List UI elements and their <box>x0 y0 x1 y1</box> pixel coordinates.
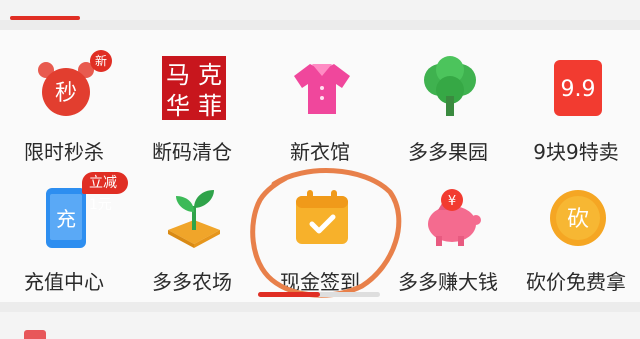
shortcut-label: 断码清仓 <box>152 140 232 164</box>
shortcut-label: 充值中心 <box>24 270 104 294</box>
shortcut-grid-panel: 秒 新 限时秒杀 马 克 华 菲 断码清仓 新衣馆 多多果园 9.9 9块9特卖… <box>0 30 640 302</box>
clearance-logo-icon: 马 克 华 菲 <box>162 56 226 120</box>
highlight-circle-annotation <box>250 168 402 298</box>
svg-text:砍: 砍 <box>567 207 589 232</box>
tree-icon <box>424 56 476 116</box>
shortcut-label: 多多果园 <box>408 140 488 164</box>
svg-text:秒: 秒 <box>55 81 77 106</box>
svg-text:9.9: 9.9 <box>561 77 596 102</box>
shortcut-recharge[interactable]: 充 立减1元 充值中心 <box>0 172 128 296</box>
svg-text:充: 充 <box>56 207 76 231</box>
svg-text:¥: ¥ <box>448 194 456 209</box>
shortcut-bargain[interactable]: 砍 砍价免费拿 <box>512 178 640 296</box>
shortcut-farm[interactable]: 多多农场 <box>128 178 256 296</box>
price-tag-icon: 9.9 <box>554 60 602 116</box>
shortcut-label: 多多农场 <box>152 270 232 294</box>
shortcut-label: 限时秒杀 <box>24 140 104 164</box>
next-section-icon <box>24 330 46 339</box>
shirt-icon <box>294 64 350 114</box>
page-indicator-active <box>258 292 320 297</box>
svg-text:菲: 菲 <box>198 92 222 120</box>
svg-text:华: 华 <box>166 92 190 120</box>
shortcut-label: 新衣馆 <box>290 140 350 164</box>
shortcut-clearance[interactable]: 马 克 华 菲 断码清仓 <box>128 48 256 166</box>
sprout-icon <box>168 190 220 248</box>
alarm-clock-icon: 秒 <box>38 62 94 116</box>
next-section-strip <box>0 312 640 339</box>
shortcut-flash-sale[interactable]: 秒 新 限时秒杀 <box>0 48 128 166</box>
top-strip <box>0 0 640 20</box>
shortcut-label: 9块9特卖 <box>533 140 619 164</box>
coin-icon: 砍 <box>550 190 606 246</box>
piggy-bank-icon: ¥ <box>428 189 481 246</box>
shortcut-orchard[interactable]: 多多果园 <box>384 48 512 166</box>
shortcut-9yuan-sale[interactable]: 9.9 9块9特卖 <box>512 48 640 166</box>
new-badge: 新 <box>90 50 112 72</box>
phone-recharge-icon: 充 <box>46 188 86 248</box>
svg-text:马: 马 <box>166 61 190 89</box>
top-tab-indicator <box>10 16 80 20</box>
shortcut-label: 砍价免费拿 <box>526 270 626 294</box>
shortcut-new-clothes[interactable]: 新衣馆 <box>256 48 384 166</box>
svg-text:克: 克 <box>198 61 222 89</box>
discount-badge: 立减1元 <box>82 172 128 213</box>
